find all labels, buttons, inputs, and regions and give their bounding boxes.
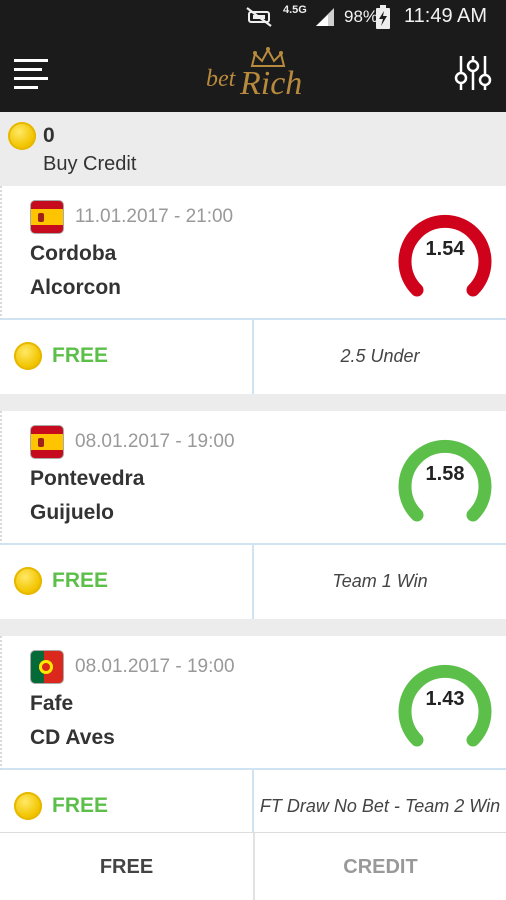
- tip-label: Team 1 Win: [332, 571, 428, 591]
- match-card[interactable]: 11.01.2017 - 21:00 Cordoba Alcorcon 1.54…: [0, 186, 506, 394]
- crown-icon: [250, 47, 286, 67]
- match-date: 08.01.2017 - 19:00: [75, 431, 235, 452]
- access-label: FREE: [52, 794, 109, 817]
- match-card[interactable]: 08.01.2017 - 19:00 Fafe CD Aves 1.43 FRE…: [0, 636, 506, 844]
- app-logo: bet Rich: [206, 47, 302, 102]
- match-date: 11.01.2017 - 21:00: [75, 206, 234, 227]
- svg-text:bet: bet: [206, 66, 237, 92]
- battery-percent: 98%: [344, 7, 379, 26]
- odds-value: 1.43: [425, 688, 465, 710]
- buy-credit-link[interactable]: Buy Credit: [43, 153, 136, 176]
- bottom-nav: FREE CREDIT: [0, 832, 506, 900]
- tip-label: FT Draw No Bet - Team 2 Win: [259, 796, 501, 816]
- match-date: 08.01.2017 - 19:00: [75, 656, 235, 677]
- home-team: Fafe: [30, 692, 74, 715]
- match-info: 08.01.2017 - 19:00 Pontevedra Guijuelo 1…: [0, 411, 506, 545]
- mute-icon: [246, 7, 272, 27]
- home-team: Pontevedra: [30, 467, 145, 490]
- app-bar: bet Rich: [0, 34, 506, 112]
- tab-credit[interactable]: CREDIT: [253, 833, 506, 900]
- home-team: Cordoba: [30, 242, 117, 265]
- credit-summary: 0 Buy Credit: [0, 112, 506, 186]
- match-card[interactable]: 08.01.2017 - 19:00 Pontevedra Guijuelo 1…: [0, 411, 506, 619]
- coin-icon: [14, 792, 42, 820]
- match-footer: FREE Team 1 Win: [0, 545, 506, 619]
- credit-count: 0: [43, 124, 55, 147]
- match-footer: FREE 2.5 Under: [0, 320, 506, 394]
- coin-icon: [14, 567, 42, 595]
- spain-flag-icon: [30, 200, 64, 234]
- filter-sliders-icon[interactable]: [454, 54, 492, 92]
- odds-value: 1.54: [425, 238, 465, 260]
- coin-icon: [14, 342, 42, 370]
- network-type: 4.5G: [283, 4, 307, 16]
- portugal-flag-icon: [30, 650, 64, 684]
- clock: 11:49 AM: [404, 5, 488, 27]
- coin-icon: [8, 122, 36, 150]
- svg-text:Rich: Rich: [239, 65, 302, 102]
- tab-free[interactable]: FREE: [0, 833, 253, 900]
- odds-value: 1.58: [425, 463, 465, 485]
- spain-flag-icon: [30, 425, 64, 459]
- battery-charging-icon: [376, 5, 390, 29]
- match-info: 11.01.2017 - 21:00 Cordoba Alcorcon 1.54: [0, 186, 506, 320]
- status-bar: 4.5G 98% 11:49 AM: [0, 0, 506, 34]
- match-info: 08.01.2017 - 19:00 Fafe CD Aves 1.43: [0, 636, 506, 770]
- away-team: Alcorcon: [30, 276, 122, 299]
- tip-label: 2.5 Under: [340, 346, 420, 366]
- access-label: FREE: [52, 344, 109, 367]
- menu-icon[interactable]: [12, 56, 50, 90]
- away-team: CD Aves: [30, 726, 115, 749]
- signal-icon: [316, 8, 334, 26]
- access-label: FREE: [52, 569, 109, 592]
- away-team: Guijuelo: [30, 501, 114, 524]
